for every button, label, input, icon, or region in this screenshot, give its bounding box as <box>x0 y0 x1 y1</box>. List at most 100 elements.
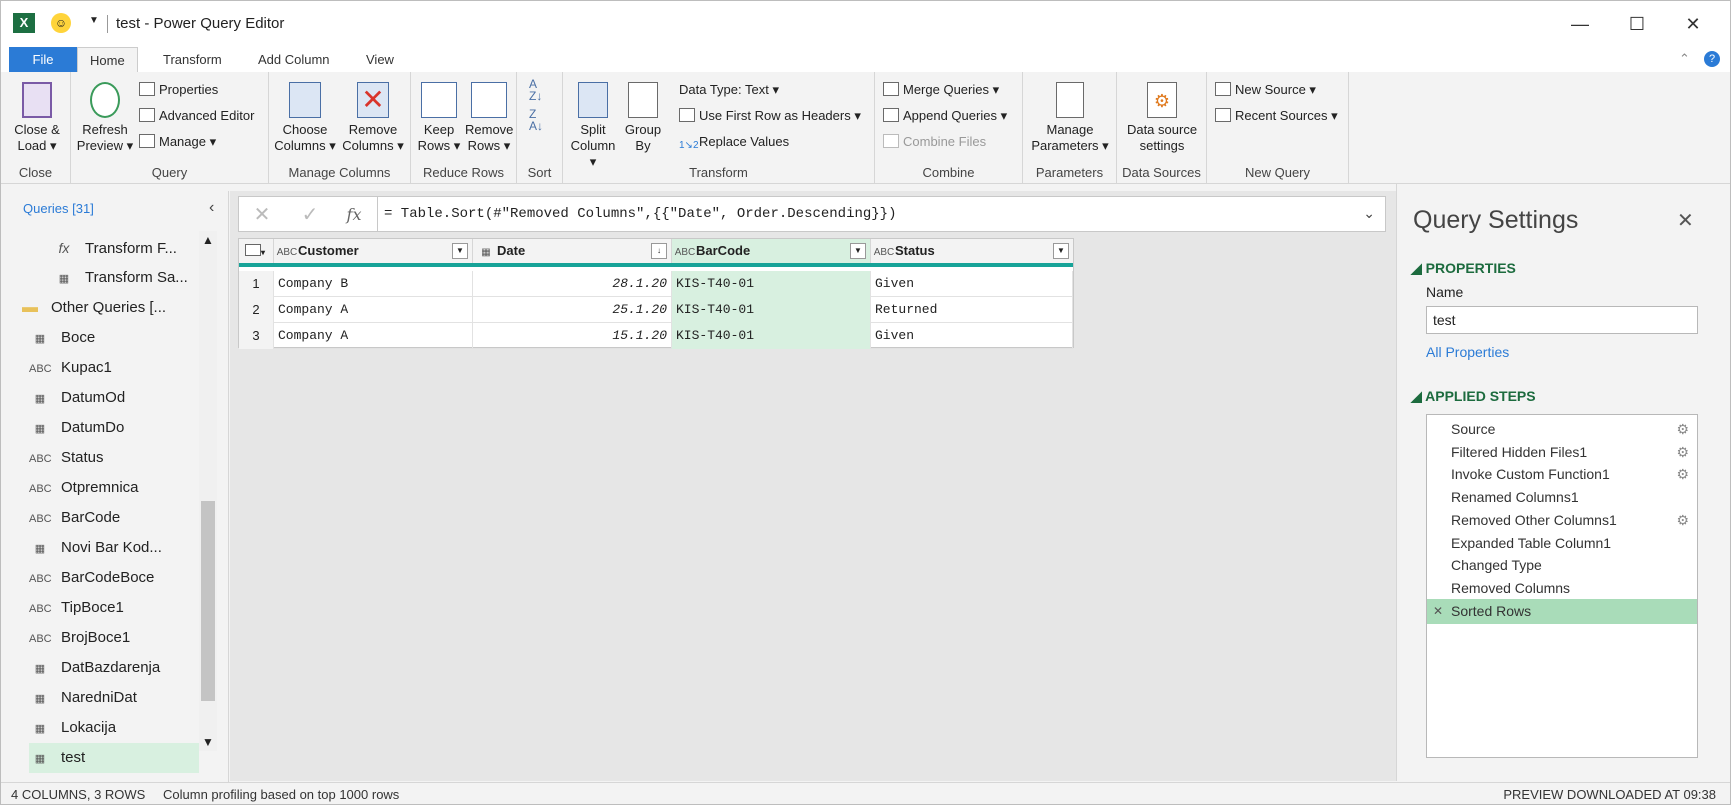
table-cell[interactable]: 25.1.20 <box>473 297 672 323</box>
all-properties-link[interactable]: All Properties <box>1426 344 1509 360</box>
column-header-customer[interactable]: ABCCustomer ▼ <box>274 239 473 263</box>
query-item[interactable]: ▦ Transform Sa... <box>53 263 223 293</box>
manage-parameters-button[interactable]: Manage Parameters ▾ <box>1027 82 1113 154</box>
split-column-button[interactable]: Split Column ▾ <box>567 82 619 170</box>
step-settings-gear-icon[interactable]: ⚙ <box>1676 417 1689 442</box>
collapse-ribbon-icon[interactable]: ⌃ <box>1679 51 1690 67</box>
query-item[interactable]: ▦ DatumDo <box>29 413 199 443</box>
scrollbar-thumb[interactable] <box>201 501 215 701</box>
data-type-dropdown[interactable]: Data Type: Text ▾ <box>679 80 779 100</box>
query-name-input[interactable]: test <box>1426 306 1698 334</box>
smiley-icon[interactable]: ☺ <box>51 13 71 33</box>
query-item[interactable]: ABC BrojBoce1 <box>29 623 199 653</box>
query-item[interactable]: ABC TipBoce1 <box>29 593 199 623</box>
delete-step-icon[interactable]: ✕ <box>1433 599 1443 624</box>
column-header-date[interactable]: ▦ Date ↓ <box>473 239 672 263</box>
close-button[interactable]: ✕ <box>1671 9 1715 39</box>
tab-file[interactable]: File <box>9 47 77 73</box>
query-item[interactable]: ABC BarCodeBoce <box>29 563 199 593</box>
table-cell[interactable]: Company A <box>274 297 473 323</box>
query-item[interactable]: ▦ DatBazdarenja <box>29 653 199 683</box>
commit-formula-icon[interactable]: ✓ <box>295 203 325 227</box>
sort-ascending-icon[interactable]: A Z↓ <box>529 78 542 102</box>
query-item[interactable]: ▦ Novi Bar Kod... <box>29 533 199 563</box>
tab-transform[interactable]: Transform <box>151 47 234 73</box>
choose-columns-button[interactable]: Choose Columns ▾ <box>273 82 337 154</box>
new-source-button[interactable]: New Source ▾ <box>1215 80 1316 100</box>
table-cell[interactable]: Given <box>871 323 1073 349</box>
query-item[interactable]: ABC Otpremnica <box>29 473 199 503</box>
query-item[interactable]: ABC BarCode <box>29 503 199 533</box>
column-header-barcode[interactable]: ABCBarCode ▼ <box>672 239 871 263</box>
minimize-button[interactable]: — <box>1558 9 1602 39</box>
formula-input[interactable]: = Table.Sort(#"Removed Columns",{{"Date"… <box>384 206 896 222</box>
query-item[interactable]: ▦ DatumOd <box>29 383 199 413</box>
step-settings-gear-icon[interactable]: ⚙ <box>1676 440 1689 465</box>
maximize-button[interactable]: ☐ <box>1615 9 1659 39</box>
row-number[interactable]: 1 <box>239 271 274 297</box>
recent-sources-button[interactable]: Recent Sources ▾ <box>1215 106 1338 126</box>
queries-scrollbar[interactable]: ▲ ▼ <box>199 231 217 751</box>
filter-dropdown-icon[interactable]: ▼ <box>1053 243 1069 259</box>
sort-descending-filter-icon[interactable]: ↓ <box>651 243 667 259</box>
table-cell[interactable]: Given <box>871 271 1073 297</box>
table-menu-icon[interactable]: ▾ <box>239 239 274 263</box>
query-item[interactable]: ▦ Boce <box>29 323 199 353</box>
manage-button[interactable]: Manage ▾ <box>139 132 216 152</box>
collapse-queries-icon[interactable]: ‹ <box>209 199 214 217</box>
data-source-settings-button[interactable]: ⚙ Data source settings <box>1121 82 1203 154</box>
query-item[interactable]: ABC Kupac1 <box>29 353 199 383</box>
tab-add-column[interactable]: Add Column <box>246 47 342 73</box>
keep-rows-button[interactable]: Keep Rows ▾ <box>415 82 463 154</box>
close-load-button[interactable]: Close & Load ▾ <box>7 82 67 154</box>
table-cell[interactable]: Company A <box>274 323 473 349</box>
expand-formula-icon[interactable]: ⌄ <box>1363 205 1375 222</box>
applied-step[interactable]: Expanded Table Column1 <box>1427 531 1697 556</box>
step-settings-gear-icon[interactable]: ⚙ <box>1676 462 1689 487</box>
properties-section[interactable]: ◢ PROPERTIES <box>1411 260 1516 277</box>
query-item[interactable]: ABC Status <box>29 443 199 473</box>
table-cell[interactable]: KIS-T40-01 <box>672 297 871 323</box>
applied-step[interactable]: Removed Other Columns1 ⚙ <box>1427 508 1697 533</box>
query-item[interactable]: fx Transform F... <box>53 233 223 263</box>
row-number[interactable]: 2 <box>239 297 274 323</box>
merge-queries-button[interactable]: Merge Queries ▾ <box>883 80 999 100</box>
table-cell[interactable]: 15.1.20 <box>473 323 672 349</box>
fx-icon[interactable]: fx <box>339 203 369 227</box>
filter-dropdown-icon[interactable]: ▼ <box>850 243 866 259</box>
tab-view[interactable]: View <box>354 47 406 73</box>
query-item[interactable]: ▦ test <box>29 743 199 773</box>
group-by-button[interactable]: Group By <box>621 82 665 154</box>
help-icon[interactable]: ? <box>1704 51 1720 67</box>
append-queries-button[interactable]: Append Queries ▾ <box>883 106 1007 126</box>
cancel-formula-icon[interactable]: ✕ <box>247 203 277 227</box>
table-cell[interactable]: Company B <box>274 271 473 297</box>
applied-step[interactable]: Renamed Columns1 <box>1427 485 1697 510</box>
applied-step[interactable]: Removed Columns <box>1427 576 1697 601</box>
table-cell[interactable]: 28.1.20 <box>473 271 672 297</box>
applied-step[interactable]: Invoke Custom Function1 ⚙ <box>1427 462 1697 487</box>
applied-step[interactable]: Source ⚙ <box>1427 417 1697 442</box>
qat-dropdown-icon[interactable]: ▼ <box>89 15 99 26</box>
query-item[interactable]: ▦ NaredniDat <box>29 683 199 713</box>
column-header-status[interactable]: ABCStatus ▼ <box>871 239 1073 263</box>
table-cell[interactable]: Returned <box>871 297 1073 323</box>
applied-step[interactable]: Filtered Hidden Files1 ⚙ <box>1427 440 1697 465</box>
sort-descending-icon[interactable]: Z A↓ <box>529 108 543 132</box>
applied-step[interactable]: ✕ Sorted Rows <box>1427 598 1697 624</box>
step-settings-gear-icon[interactable]: ⚙ <box>1676 508 1689 533</box>
use-first-row-button[interactable]: Use First Row as Headers ▾ <box>679 106 861 126</box>
filter-dropdown-icon[interactable]: ▼ <box>452 243 468 259</box>
query-item[interactable]: ▬ Other Queries [... <box>19 293 189 323</box>
scroll-up-icon[interactable]: ▲ <box>202 233 214 247</box>
advanced-editor-button[interactable]: Advanced Editor <box>139 106 254 126</box>
remove-columns-button[interactable]: ✕ Remove Columns ▾ <box>341 82 405 154</box>
row-number[interactable]: 3 <box>239 323 274 349</box>
queries-header[interactable]: Queries [31] <box>23 201 94 216</box>
applied-steps-section[interactable]: ◢ APPLIED STEPS <box>1411 388 1536 405</box>
close-settings-icon[interactable]: ✕ <box>1677 208 1694 233</box>
applied-step[interactable]: Changed Type <box>1427 553 1697 578</box>
tab-home[interactable]: Home <box>77 47 138 73</box>
table-cell[interactable]: KIS-T40-01 <box>672 323 871 349</box>
properties-button[interactable]: Properties <box>139 80 218 100</box>
